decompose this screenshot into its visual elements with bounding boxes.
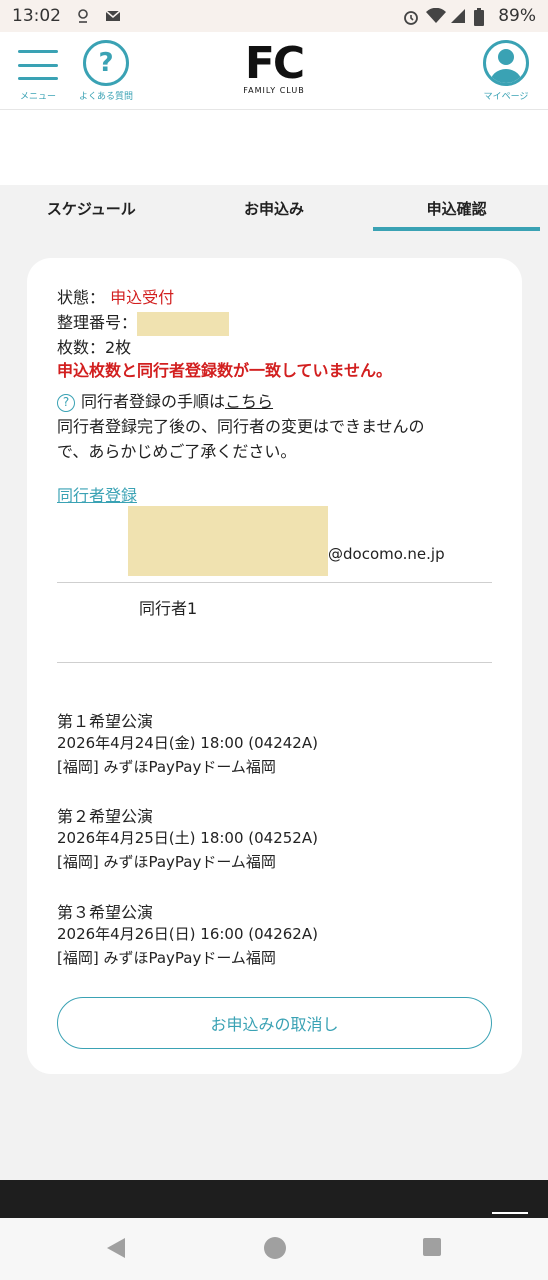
tab-confirm[interactable]: 申込確認 xyxy=(365,185,548,231)
ticket-number-label: 整理番号： xyxy=(57,313,138,332)
choice-2-venue: [福岡] みずほPayPayドーム福岡 xyxy=(57,853,276,871)
mypage-label: マイページ xyxy=(483,92,529,102)
status-bar: 13:02 89% xyxy=(0,0,548,32)
email-redacted xyxy=(128,506,328,576)
notice-line-1: 同行者登録完了後の、同行者の変更はできませんの xyxy=(57,417,425,436)
menu-label: メニュー xyxy=(19,92,56,102)
ticket-number-redacted xyxy=(137,311,230,336)
status-time: 13:02 xyxy=(12,6,61,26)
logo-subtitle: FAMILY CLUB xyxy=(243,86,305,95)
user-icon xyxy=(483,40,529,86)
footer-bar xyxy=(0,1180,548,1218)
choice-1-venue: [福岡] みずほPayPayドーム福岡 xyxy=(57,758,276,776)
status-row: 状態： 申込受付 xyxy=(57,284,174,308)
home-icon[interactable] xyxy=(264,1237,286,1259)
help-circle-icon: ? xyxy=(57,393,75,412)
menu-button[interactable]: メニュー xyxy=(16,40,60,102)
ticket-number-row: 整理番号： xyxy=(57,309,230,336)
signal-icon xyxy=(450,8,466,24)
tab-bar: スケジュール お申込み 申込確認 xyxy=(0,185,548,231)
back-icon[interactable] xyxy=(107,1238,125,1258)
help-row: ? 同行者登録の手順はこちら xyxy=(57,388,273,412)
choice-3-datetime: 2026年4月26日(日) 16:00 (04262A) xyxy=(57,925,318,943)
divider xyxy=(57,662,492,663)
battery-level: 89% xyxy=(498,6,536,26)
faq-button[interactable]: ? よくある質問 xyxy=(78,40,134,102)
battery-icon xyxy=(474,8,490,26)
choice-2-title: 第２希望公演 xyxy=(57,807,154,826)
footer-mark xyxy=(492,1212,528,1214)
tab-schedule[interactable]: スケジュール xyxy=(0,185,183,231)
ticket-count: 枚数：2枚 xyxy=(57,338,132,357)
alarm-icon xyxy=(402,8,419,25)
cancel-application-button[interactable]: お申込みの取消し xyxy=(57,997,492,1049)
mail-icon xyxy=(105,8,121,24)
recent-apps-icon[interactable] xyxy=(423,1238,441,1256)
status-value: 申込受付 xyxy=(110,288,175,307)
system-nav-bar xyxy=(0,1218,548,1280)
notice-line-2: で、あらかじめご了承ください。 xyxy=(57,442,297,461)
faq-label: よくある質問 xyxy=(78,92,133,102)
notification-icon xyxy=(75,8,91,24)
choice-3-venue: [福岡] みずほPayPayドーム福岡 xyxy=(57,949,276,967)
fc-logo[interactable]: FC FAMILY CLUB xyxy=(234,38,314,96)
companion-1: 同行者1 xyxy=(139,599,198,618)
question-icon: ? xyxy=(83,40,129,86)
application-card: 状態： 申込受付 整理番号： 枚数：2枚 申込枚数と同行者登録数が一致していませ… xyxy=(27,258,522,1074)
help-link[interactable]: こちら xyxy=(225,392,273,411)
tab-apply[interactable]: お申込み xyxy=(183,185,366,231)
choice-2-datetime: 2026年4月25日(土) 18:00 (04252A) xyxy=(57,829,318,847)
choice-1-title: 第１希望公演 xyxy=(57,712,154,731)
email-suffix: @docomo.ne.jp xyxy=(328,545,445,563)
hamburger-icon xyxy=(18,50,58,80)
companion-register-link[interactable]: 同行者登録 xyxy=(57,482,137,506)
logo-text: FC xyxy=(244,38,305,89)
mypage-button[interactable]: マイページ xyxy=(480,40,532,102)
status-label: 状態： xyxy=(57,288,106,307)
choice-3-title: 第３希望公演 xyxy=(57,903,154,922)
mismatch-warning: 申込枚数と同行者登録数が一致していません。 xyxy=(57,361,393,380)
app-header: メニュー ? よくある質問 FC FAMILY CLUB マイページ xyxy=(0,32,548,110)
choice-1-datetime: 2026年4月24日(金) 18:00 (04242A) xyxy=(57,734,318,752)
wifi-icon xyxy=(426,7,447,24)
divider xyxy=(57,582,492,583)
help-prefix: 同行者登録の手順は xyxy=(81,392,226,411)
